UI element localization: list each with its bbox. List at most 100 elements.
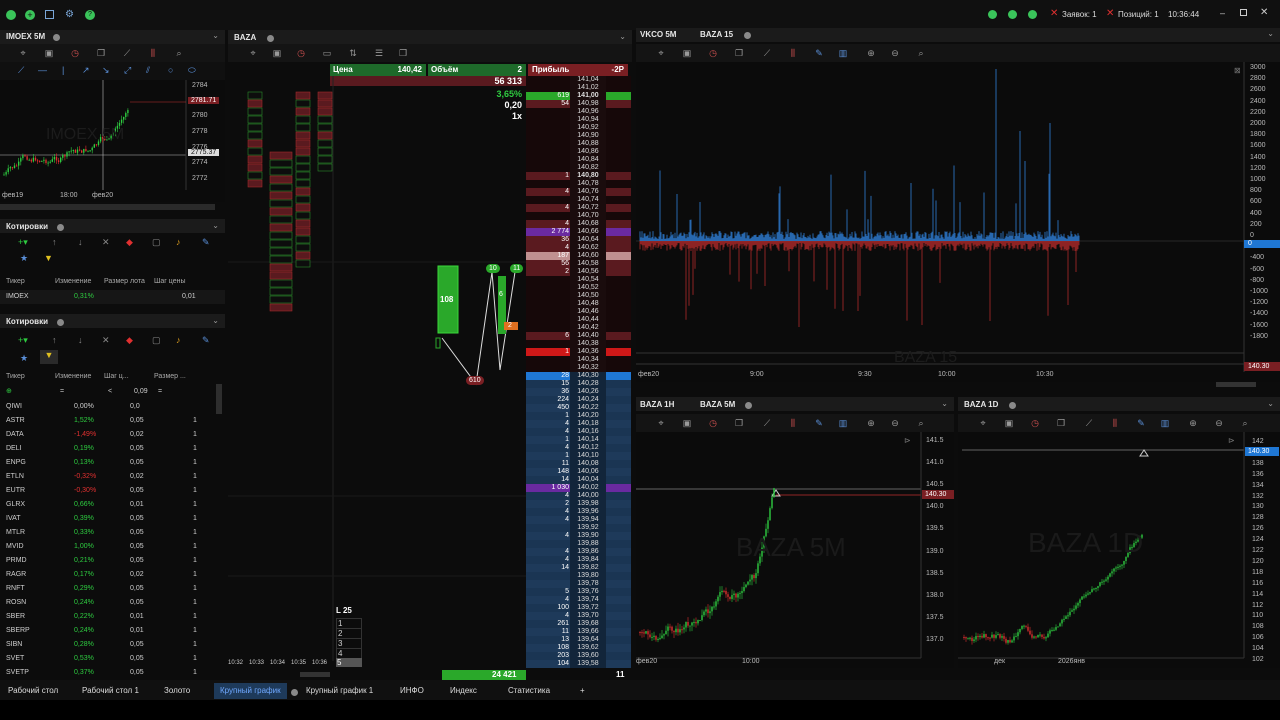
draw-icon[interactable]: ⟋ — [1084, 418, 1094, 428]
ladder-row[interactable]: 140,96 — [526, 108, 631, 116]
tab-baza-1d[interactable]: BAZA 1D — [964, 400, 998, 409]
panel-title[interactable]: BAZA — [234, 33, 256, 42]
ladder-row[interactable]: 140,52 — [526, 284, 631, 292]
ladder-row[interactable]: 1 140,14 — [526, 436, 631, 444]
ladder-row[interactable]: 140,86 — [526, 148, 631, 156]
ladder-row[interactable]: 4 139,74 — [526, 596, 631, 604]
table-row[interactable]: QIWI 0,00% 0,0 — [0, 400, 225, 414]
bell-icon[interactable]: ♪ — [176, 335, 181, 345]
positions-count[interactable]: Позиций: 1 — [1118, 10, 1159, 19]
close-icon[interactable] — [57, 319, 64, 326]
table-row[interactable]: EUTR -0,30% 0,05 1 — [0, 484, 225, 498]
crosshair-icon[interactable]: ⌖ — [656, 48, 666, 58]
filter-row[interactable]: ⊕ = < 0,09 = — [0, 385, 225, 399]
ladder-row[interactable]: 141,04 — [526, 76, 631, 84]
ladder-row[interactable]: 14 139,82 — [526, 564, 631, 572]
camera-icon[interactable]: ▣ — [682, 48, 692, 58]
arrow-tool-icon[interactable]: ↘ — [102, 65, 110, 76]
ladder-row[interactable]: 140,34 — [526, 356, 631, 364]
ladder-row[interactable]: 140,74 — [526, 196, 631, 204]
draw-icon[interactable]: ⟋ — [762, 418, 772, 428]
imoex-chart[interactable]: IMOEX 5M 2781.71 2775.37 2784 2780 2778 … — [0, 80, 225, 210]
chevron-down-icon[interactable]: ⌄ — [619, 32, 626, 41]
zoom-out-icon[interactable]: ⊖ — [1214, 418, 1224, 428]
tab-info[interactable]: ИНФО — [394, 683, 430, 699]
camera-icon[interactable]: ▣ — [1004, 418, 1014, 428]
ladder-row[interactable]: 261 139,68 — [526, 620, 631, 628]
filter-icon[interactable]: ⊕ — [6, 385, 12, 399]
close-icon[interactable]: ✕ — [1260, 7, 1268, 18]
clock-icon[interactable]: ◷ — [1030, 418, 1040, 428]
ladder-row[interactable]: 2 139,98 — [526, 500, 631, 508]
window-icon[interactable]: ▢ — [152, 237, 161, 248]
channel-tool-icon[interactable]: ⫽ — [146, 65, 150, 76]
ladder-row[interactable]: 140,54 — [526, 276, 631, 284]
vline-tool-icon[interactable]: | — [62, 65, 64, 75]
ladder-row[interactable]: 140,48 — [526, 300, 631, 308]
ladder-row[interactable]: 450 140,22 — [526, 404, 631, 412]
tab-baza-5m[interactable]: BAZA 5M — [700, 400, 735, 409]
up-icon[interactable]: ↑ — [52, 335, 57, 345]
baza1d-chart[interactable]: ⊳ BAZA 1D 142140138136134132130128126124… — [958, 432, 1280, 668]
ladder-row[interactable]: 140,78 — [526, 180, 631, 188]
panel-title[interactable]: IMOEX 5M — [6, 32, 45, 41]
clock-icon[interactable]: ◷ — [70, 48, 80, 58]
ladder-row[interactable]: 15 140,28 — [526, 380, 631, 388]
ladder-row[interactable]: 1 030 140,02 — [526, 484, 631, 492]
table-row[interactable]: ENPG 0,13% 0,05 1 — [0, 456, 225, 470]
ladder-row[interactable]: 28 140,30 — [526, 372, 631, 380]
clock-icon[interactable]: ◷ — [708, 48, 718, 58]
chevron-down-icon[interactable]: ⌄ — [1267, 399, 1274, 408]
table-row[interactable]: DATA -1,49% 0,02 1 — [0, 428, 225, 442]
camera-icon[interactable]: ▣ — [682, 418, 692, 428]
filter-icon[interactable]: ▼ — [44, 253, 53, 263]
ladder-row[interactable]: 203 139,60 — [526, 652, 631, 660]
table-row[interactable]: SIBN 0,28% 0,05 1 — [0, 638, 225, 652]
chevron-down-icon[interactable]: ⌄ — [212, 221, 219, 230]
ladder-row[interactable]: 13 139,64 — [526, 636, 631, 644]
ladder-row[interactable]: 4 140,18 — [526, 420, 631, 428]
close-icon[interactable] — [53, 34, 60, 41]
ladder-row[interactable]: 54 140,98 — [526, 100, 631, 108]
col-header[interactable]: Шаг цены — [154, 275, 186, 289]
zoom-out-icon[interactable]: ⊖ — [890, 48, 900, 58]
search-icon[interactable]: ⌕ — [1240, 418, 1250, 428]
draw-icon[interactable]: ⟋ — [122, 48, 132, 58]
gear-icon[interactable]: ⚙ — [65, 9, 74, 20]
pen-icon[interactable]: ✎ — [814, 48, 824, 58]
ladder-row[interactable]: 148 140,06 — [526, 468, 631, 476]
tab-large-chart[interactable]: Крупный график — [214, 683, 287, 699]
circle-tool-icon[interactable]: ○ — [168, 65, 173, 75]
ladder-row[interactable]: 104 139,58 — [526, 660, 631, 668]
ladder-row[interactable]: 1 140,20 — [526, 412, 631, 420]
bars-icon[interactable]: ▥ — [838, 48, 848, 58]
window-icon[interactable]: ▢ — [152, 335, 161, 346]
col-header[interactable]: Тикер — [6, 275, 25, 289]
ladder-row[interactable]: 4 140,62 — [526, 244, 631, 252]
scrollbar[interactable] — [1216, 382, 1256, 387]
bars-icon[interactable]: ▥ — [1160, 418, 1170, 428]
level-item[interactable]: 5 — [336, 658, 362, 667]
tab-gold[interactable]: Золото — [158, 683, 196, 699]
tab-vkco[interactable]: VKCO 5M — [640, 30, 676, 39]
ladder-row[interactable]: 140,84 — [526, 156, 631, 164]
ladder-row[interactable]: 140,50 — [526, 292, 631, 300]
ladder-row[interactable]: 140,90 — [526, 132, 631, 140]
list-icon[interactable]: ☰ — [374, 48, 384, 58]
scrollbar[interactable] — [216, 384, 222, 414]
table-row[interactable]: SVETP 0,37% 0,05 1 — [0, 666, 225, 680]
chevron-down-icon[interactable]: ⌄ — [212, 316, 219, 325]
ladder-row[interactable]: 4 139,70 — [526, 612, 631, 620]
copy-icon[interactable]: ❐ — [734, 418, 744, 428]
pen-icon[interactable]: ✎ — [1136, 418, 1146, 428]
candles-icon[interactable]: ⫼ — [148, 48, 158, 58]
zoom-icon[interactable]: ⌕ — [174, 48, 184, 58]
table-row[interactable]: RAGR 0,17% 0,02 1 — [0, 568, 225, 582]
ladder-row[interactable]: 1 140,10 — [526, 452, 631, 460]
ladder-row[interactable]: 4 140,16 — [526, 428, 631, 436]
minimize-icon[interactable]: – — [1220, 8, 1225, 18]
ladder-row[interactable]: 4 140,68 — [526, 220, 631, 228]
clock-icon[interactable]: ◷ — [296, 48, 306, 58]
ladder-row[interactable]: 224 140,24 — [526, 396, 631, 404]
bars-icon[interactable]: ▥ — [838, 418, 848, 428]
